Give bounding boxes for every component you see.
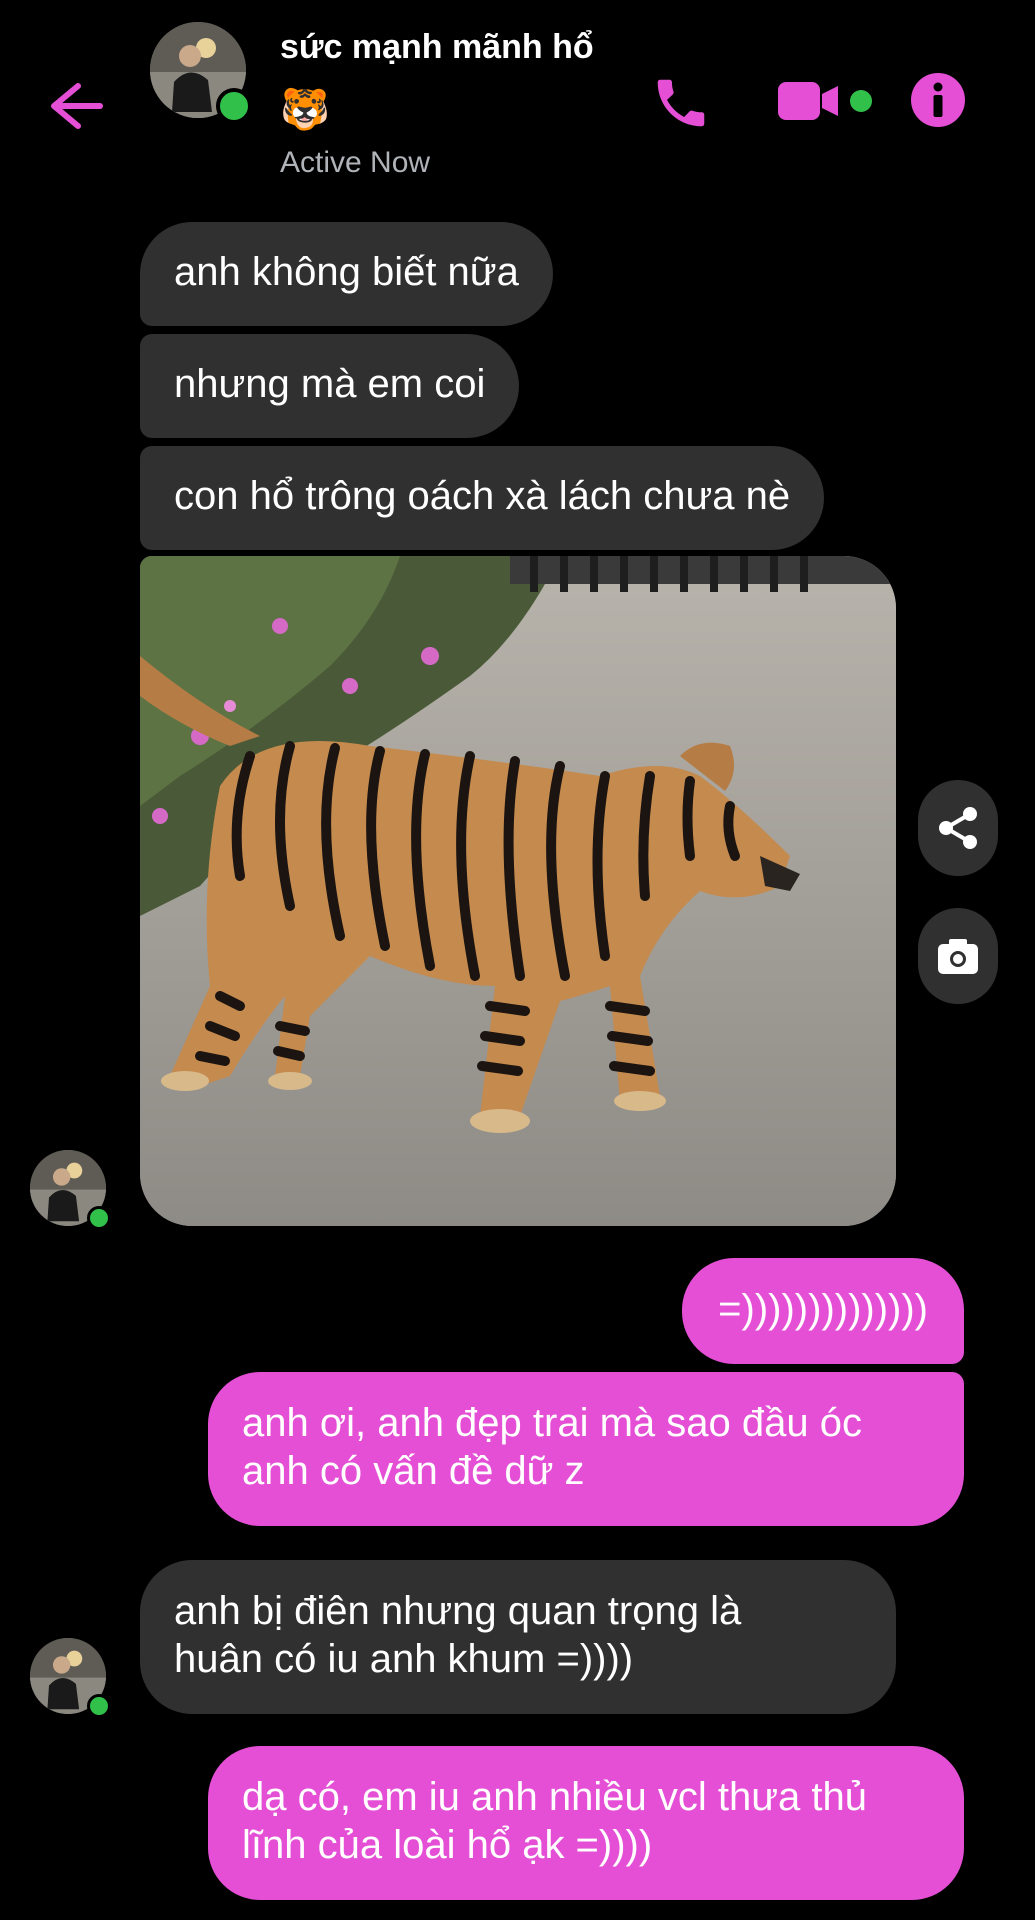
video-active-dot: [850, 90, 872, 112]
incoming-message[interactable]: anh bị điên nhưng quan trọng là huân có …: [140, 1560, 896, 1714]
online-status-dot: [216, 88, 252, 124]
photo-message[interactable]: [140, 556, 896, 1226]
message-text: con hổ trông oách xà lách chưa nè: [174, 474, 791, 518]
camera-icon: [938, 939, 978, 974]
message-text: anh không biết nữa: [174, 250, 519, 294]
active-status: Active Now: [280, 146, 431, 179]
message-text-line: anh bị điên nhưng quan trọng là: [174, 1589, 742, 1633]
outgoing-message[interactable]: anh ơi, anh đẹp trai mà sao đầu óc anh c…: [208, 1372, 964, 1526]
phone-icon: [657, 79, 705, 127]
arrow-left-icon: [51, 83, 103, 129]
info-icon: [911, 73, 965, 127]
voice-call-button[interactable]: [650, 72, 712, 134]
outgoing-message[interactable]: =)))))))))))))): [682, 1258, 964, 1364]
message-text-line: anh ơi, anh đẹp trai mà sao đầu óc: [242, 1401, 862, 1445]
message-text-line: anh có vấn đề dữ z: [242, 1449, 585, 1493]
message-text-line: huân có iu anh khum =)))): [174, 1637, 634, 1681]
message-text: nhưng mà em coi: [174, 362, 486, 406]
contact-name[interactable]: sức mạnh mãnh hổ: [280, 28, 594, 67]
share-icon: [939, 807, 977, 849]
online-status-dot: [87, 1206, 111, 1230]
back-button[interactable]: [40, 78, 110, 134]
tiger-striped-dog-photo: [140, 556, 896, 1226]
video-camera-icon: [778, 82, 838, 120]
incoming-message[interactable]: con hổ trông oách xà lách chưa nè: [140, 446, 825, 550]
outgoing-message[interactable]: dạ có, em iu anh nhiều vcl thưa thủ lĩnh…: [208, 1746, 964, 1900]
incoming-message[interactable]: nhưng mà em coi: [140, 334, 520, 438]
camera-button[interactable]: [918, 908, 998, 1004]
conversation-info-button[interactable]: [910, 72, 966, 128]
video-call-button[interactable]: [776, 78, 842, 124]
incoming-message[interactable]: anh không biết nữa: [140, 222, 553, 326]
online-status-dot: [87, 1694, 111, 1718]
message-text-line: lĩnh của loài hổ ạk =)))): [242, 1823, 653, 1867]
share-button[interactable]: [918, 780, 998, 876]
message-text: =)))))))))))))): [718, 1287, 928, 1331]
message-text-line: dạ có, em iu anh nhiều vcl thưa thủ: [242, 1775, 867, 1819]
contact-emoji: 🐯: [280, 88, 330, 132]
